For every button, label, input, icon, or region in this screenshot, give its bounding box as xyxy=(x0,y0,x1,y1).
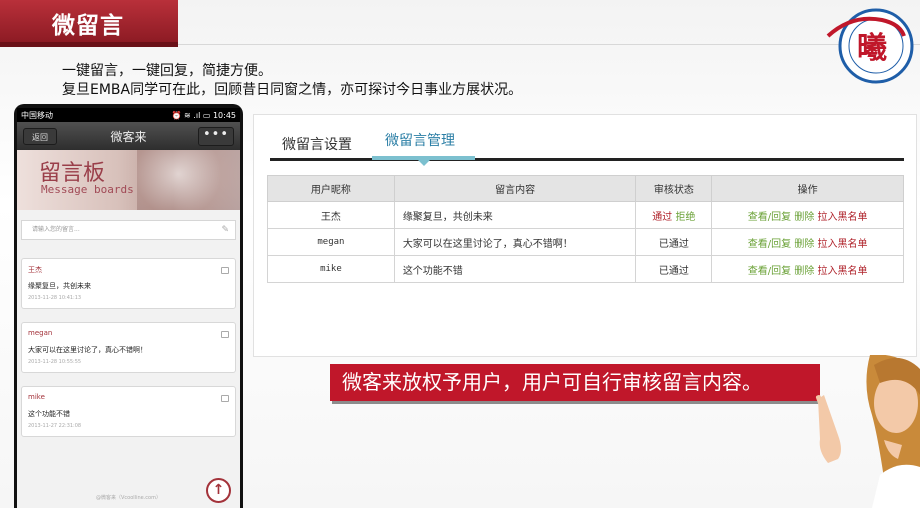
table-header-row: 用户昵称 留言内容 审核状态 操作 xyxy=(267,175,904,202)
phone-screen: 中国移动 ⏰ ≋ .ıl ▭ 10:45 返回 微客来 ••• 留言板 Mess… xyxy=(17,108,240,508)
message-input[interactable]: 请输入您的留言... ✎ xyxy=(21,220,236,240)
cell-status: 已通过 xyxy=(635,255,713,283)
blacklist-link[interactable]: 拉入黑名单 xyxy=(818,266,868,277)
title-divider xyxy=(178,44,920,45)
logo-glyph: 曦 xyxy=(857,31,887,66)
cell-actions: 查看/回复 删除 拉入黑名单 xyxy=(711,255,904,283)
reject-link[interactable]: 拒绝 xyxy=(675,212,695,223)
cell-status: 通过 拒绝 xyxy=(635,201,713,229)
table-row: megan 大家可以在这里讨论了，真心不错啊！ 已通过 查看/回复 删除 拉入黑… xyxy=(267,228,904,256)
intro-text: 一键留言，一键回复，简捷方便。 复旦EMBA同学可在此，回顾昔日同窗之情，亦可探… xyxy=(62,62,522,100)
nav-bar: 返回 微客来 ••• xyxy=(17,122,240,150)
status-icons: ⏰ ≋ .ıl ▭ 10:45 xyxy=(172,111,236,120)
cell-user: megan xyxy=(267,228,395,256)
message-time: 2013-11-28 10:55:55 xyxy=(28,359,82,365)
cell-content: 缘聚复旦，共创未来 xyxy=(393,201,637,229)
alumni-logo: 曦 xyxy=(826,8,914,84)
cell-user: 王杰 xyxy=(267,201,395,229)
board-subtitle: Message boards xyxy=(41,183,134,196)
comment-icon[interactable] xyxy=(221,267,229,274)
callout-banner: 微客来放权予用户，用户可自行审核留言内容。 xyxy=(330,364,820,401)
presenter-illustration xyxy=(815,355,920,508)
table-row: mike 这个功能不错 已通过 查看/回复 删除 拉入黑名单 xyxy=(267,255,904,283)
slide-title: 微留言 xyxy=(52,13,124,39)
message-time: 2013-11-28 10:41:13 xyxy=(28,295,82,301)
active-tab-caret xyxy=(418,160,430,166)
message-author: 王杰 xyxy=(28,266,42,274)
cell-content: 这个功能不错 xyxy=(393,255,637,283)
view-reply-link[interactable]: 查看/回复 xyxy=(748,266,791,277)
message-text: 大家可以在这里讨论了，真心不错啊！ xyxy=(28,346,147,354)
delete-link[interactable]: 删除 xyxy=(794,239,814,250)
message-input-placeholder: 请输入您的留言... xyxy=(32,226,80,233)
view-reply-link[interactable]: 查看/回复 xyxy=(748,212,791,223)
cell-content: 大家可以在这里讨论了，真心不错啊！ xyxy=(393,228,637,256)
intro-line-1: 一键留言，一键回复，简捷方便。 xyxy=(62,63,272,79)
phone-footer: @微客来（Vcoolline.com） xyxy=(96,495,161,501)
tab-underline xyxy=(270,158,904,161)
table-row: 王杰 缘聚复旦，共创未来 通过 拒绝 查看/回复 删除 拉入黑名单 xyxy=(267,201,904,229)
tab-message-management[interactable]: 微留言管理 xyxy=(385,130,455,150)
blacklist-link[interactable]: 拉入黑名单 xyxy=(818,239,868,250)
cell-status: 已通过 xyxy=(635,228,713,256)
phone-mockup: 中国移动 ⏰ ≋ .ıl ▭ 10:45 返回 微客来 ••• 留言板 Mess… xyxy=(14,104,243,508)
approve-link[interactable]: 通过 xyxy=(652,212,672,223)
column-header-actions: 操作 xyxy=(711,175,904,202)
cell-actions: 查看/回复 删除 拉入黑名单 xyxy=(711,228,904,256)
slide-title-banner: 微留言 xyxy=(0,0,178,42)
status-bar: 中国移动 ⏰ ≋ .ıl ▭ 10:45 xyxy=(17,108,240,122)
message-author: mike xyxy=(28,393,45,401)
intro-line-2: 复旦EMBA同学可在此，回顾昔日同窗之情，亦可探讨今日事业方展状况。 xyxy=(62,82,523,98)
view-reply-link[interactable]: 查看/回复 xyxy=(748,239,791,250)
message-card[interactable]: mike 这个功能不错 2013-11-27 22:31:08 xyxy=(21,386,236,437)
more-button[interactable]: ••• xyxy=(198,127,234,146)
message-table: 用户昵称 留言内容 审核状态 操作 王杰 缘聚复旦，共创未来 通过 拒绝 查看/… xyxy=(267,175,904,283)
carrier-label: 中国移动 xyxy=(21,110,53,120)
delete-link[interactable]: 删除 xyxy=(794,212,814,223)
message-text: 缘聚复旦，共创未来 xyxy=(28,282,91,290)
banner-decoration xyxy=(137,150,240,210)
tab-message-settings[interactable]: 微留言设置 xyxy=(282,134,352,154)
comment-icon[interactable] xyxy=(221,395,229,402)
admin-panel: 微留言设置 微留言管理 用户昵称 留言内容 审核状态 操作 王杰 缘聚复旦，共创… xyxy=(253,114,917,357)
message-author: megan xyxy=(28,329,53,337)
board-banner: 留言板 Message boards xyxy=(17,150,240,210)
column-header-user: 用户昵称 xyxy=(267,175,395,202)
blacklist-link[interactable]: 拉入黑名单 xyxy=(818,212,868,223)
delete-link[interactable]: 删除 xyxy=(794,266,814,277)
status-icons-glyphs: ⏰ ≋ .ıl ▭ xyxy=(171,110,211,120)
title-stripe xyxy=(0,42,178,47)
callout-shadow xyxy=(332,401,820,404)
message-card[interactable]: megan 大家可以在这里讨论了，真心不错啊！ 2013-11-28 10:55… xyxy=(21,322,236,373)
cell-user: mike xyxy=(267,255,395,283)
column-header-status: 审核状态 xyxy=(635,175,713,202)
cell-actions: 查看/回复 删除 拉入黑名单 xyxy=(711,201,904,229)
edit-icon[interactable]: ✎ xyxy=(221,221,229,239)
message-card[interactable]: 王杰 缘聚复旦，共创未来 2013-11-28 10:41:13 xyxy=(21,258,236,309)
message-text: 这个功能不错 xyxy=(28,410,70,418)
column-header-content: 留言内容 xyxy=(393,175,637,202)
message-time: 2013-11-27 22:31:08 xyxy=(28,423,82,429)
comment-icon[interactable] xyxy=(221,331,229,338)
clock: 10:45 xyxy=(212,110,236,120)
